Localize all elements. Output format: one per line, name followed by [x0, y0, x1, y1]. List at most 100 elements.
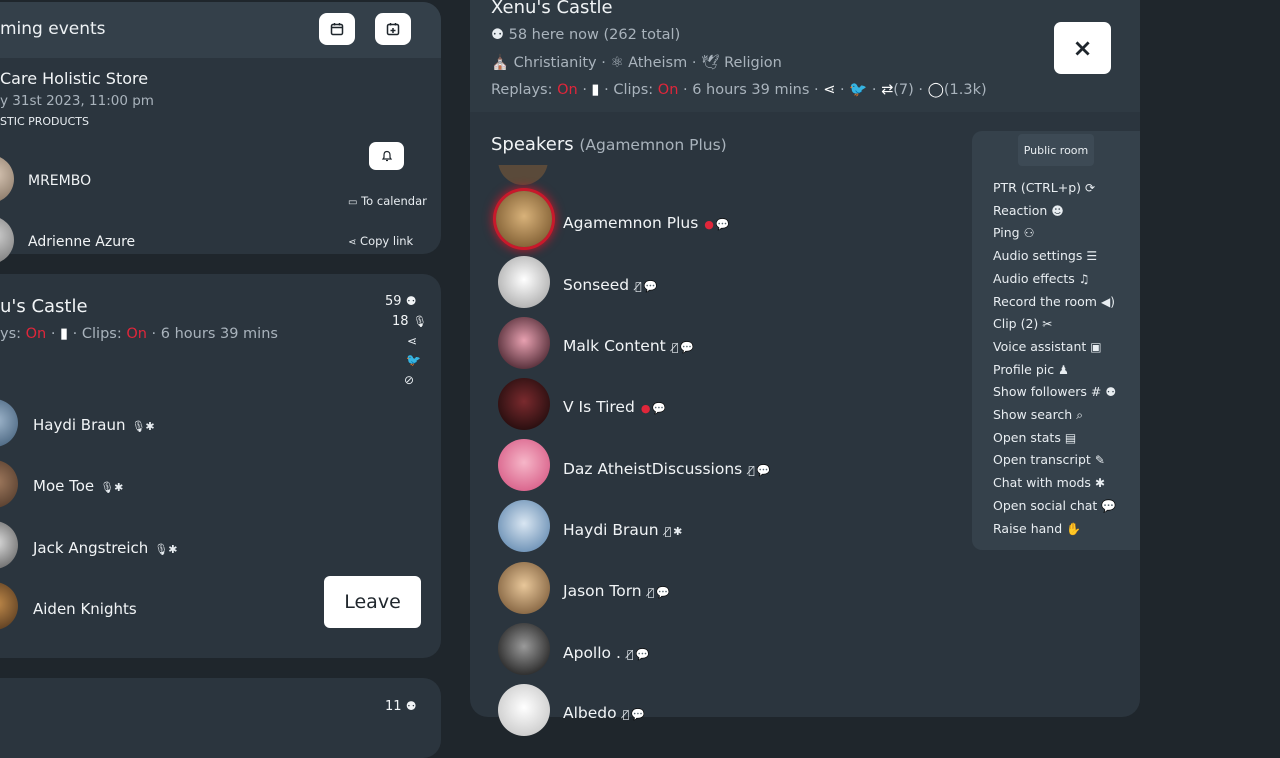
- here-now: ⚉ 58 here now (262 total): [491, 27, 681, 43]
- speaker-avatar[interactable]: [498, 165, 548, 185]
- menu-item[interactable]: Profile pic ♟: [993, 362, 1069, 377]
- speaker-name[interactable]: Albedo 🎙̸ 💬: [563, 704, 645, 722]
- speaker-name[interactable]: Malk Content 🎙̸ 💬: [563, 337, 694, 355]
- menu-item[interactable]: Voice assistant ▣: [993, 339, 1102, 354]
- menu-item[interactable]: Audio effects ♫: [993, 271, 1090, 286]
- users-icon: ⚉: [491, 27, 504, 43]
- bell-icon: [381, 150, 392, 162]
- share-icon: ⋖: [348, 237, 357, 248]
- bookmark-icon: ▮: [60, 326, 69, 342]
- menu-item[interactable]: Open stats ▤: [993, 430, 1076, 445]
- close-button[interactable]: ×: [1054, 22, 1111, 74]
- transcript-icon: ✎: [1094, 453, 1105, 468]
- speaker-name[interactable]: Jack Angstreich 🎙✱: [33, 539, 177, 557]
- menu-item[interactable]: Open social chat 💬: [993, 498, 1116, 513]
- menu-item[interactable]: Raise hand ✋: [993, 521, 1081, 536]
- speaker-list-clip: [480, 165, 960, 185]
- comment-icon: 💬: [635, 648, 650, 661]
- speaker-name[interactable]: Moe Toe 🎙✱: [33, 477, 123, 495]
- mic-muted-icon: 🎙̸: [664, 525, 672, 538]
- room-tag[interactable]: Atheism: [628, 55, 687, 71]
- room-meta: ys: On · ▮ · Clips: On · 6 hours 39 mins: [0, 326, 278, 342]
- leave-button[interactable]: Leave: [324, 576, 421, 628]
- hand-icon: ✋: [1066, 521, 1082, 536]
- menu-item[interactable]: Audio settings ☰: [993, 248, 1097, 263]
- mic-icon: 🎙✱: [154, 543, 178, 556]
- speaker-avatar[interactable]: [498, 256, 550, 308]
- mic-icon: ●: [704, 218, 714, 231]
- calendar-icon: ▭: [348, 197, 358, 208]
- speaker-avatar[interactable]: [498, 378, 550, 430]
- menu-item[interactable]: Chat with mods ✱: [993, 475, 1105, 490]
- next-room-card[interactable]: [0, 678, 441, 758]
- bookmark-icon[interactable]: ▮: [592, 82, 600, 98]
- speaker-avatar[interactable]: [498, 562, 550, 614]
- speaker-name[interactable]: Daz AtheistDiscussions 🎙̸ 💬: [563, 460, 771, 478]
- mic-muted-icon: 🎙̸: [748, 464, 755, 477]
- twitter-icon[interactable]: 🐦: [406, 353, 421, 367]
- event-subtitle: STIC PRODUCTS: [0, 115, 89, 128]
- asterisk-icon: ✱: [673, 525, 683, 538]
- menu-item[interactable]: Open transcript ✎: [993, 452, 1105, 467]
- retweet-icon[interactable]: ⇄: [881, 82, 893, 98]
- scissors-icon: ✂: [1042, 317, 1053, 332]
- menu-item[interactable]: PTR (CTRL+p) ⟳: [993, 180, 1095, 195]
- menu-item[interactable]: Show search ⌕: [993, 407, 1083, 423]
- comment-icon: 💬: [715, 218, 730, 231]
- host-name[interactable]: MREMBO: [28, 173, 91, 189]
- room-tag[interactable]: Christianity: [514, 55, 597, 71]
- event-title[interactable]: Care Holistic Store: [0, 69, 148, 88]
- reminder-button[interactable]: [369, 142, 404, 170]
- music-icon: ♫: [1078, 271, 1090, 286]
- speaker-avatar[interactable]: [498, 684, 550, 736]
- atom-icon: ⚛: [610, 55, 624, 71]
- speaker-name[interactable]: Haydi Braun 🎙✱: [33, 416, 155, 434]
- next-room-count: 11 ⚉: [385, 699, 417, 714]
- speaker-name[interactable]: Agamemnon Plus ● 💬: [563, 214, 730, 232]
- menu-item[interactable]: Show followers # ⚉: [993, 384, 1116, 399]
- speaker-name[interactable]: Aiden Knights: [33, 600, 137, 618]
- public-room-badge: Public room: [1018, 134, 1094, 166]
- mic-muted-icon: 🎙̸: [626, 648, 634, 661]
- room-title: Xenu's Castle: [491, 0, 613, 18]
- add-calendar-button[interactable]: [375, 13, 411, 45]
- comment-icon[interactable]: ◯: [928, 82, 944, 98]
- dove-icon: 🕊: [701, 55, 720, 71]
- share-icon[interactable]: ⋖: [823, 82, 835, 98]
- users-icon: ⚉: [405, 699, 417, 713]
- menu-item[interactable]: Record the room ◀): [993, 294, 1115, 309]
- close-icon: ×: [1072, 34, 1093, 62]
- calendar-icon: [330, 23, 344, 36]
- room-title[interactable]: u's Castle: [0, 296, 88, 317]
- speaker-avatar[interactable]: [498, 623, 550, 675]
- speaker-avatar[interactable]: [498, 317, 550, 369]
- menu-item[interactable]: Ping ⚇: [993, 225, 1034, 240]
- asterisk-icon: ✱: [1094, 476, 1106, 491]
- speaker-name[interactable]: Sonseed 🎙̸ 💬: [563, 276, 657, 294]
- speaker-name[interactable]: Jason Torn 🎙̸ 💬: [563, 582, 670, 600]
- sliders-icon: ☰: [1086, 249, 1098, 264]
- listeners-count: 59 ⚉: [385, 294, 417, 309]
- eye-slash-icon[interactable]: ⊘: [404, 373, 414, 387]
- speaker-avatar[interactable]: [498, 500, 550, 552]
- church-icon: ⛪: [491, 55, 510, 71]
- speaker-name[interactable]: V Is Tired ● 💬: [563, 398, 666, 416]
- robot-icon: ▣: [1090, 339, 1102, 354]
- speakers-heading: Speakers (Agamemnon Plus): [491, 134, 727, 155]
- users-icon: ⚉: [1105, 385, 1117, 400]
- speaker-name[interactable]: Apollo . 🎙̸ 💬: [563, 644, 649, 662]
- to-calendar-link[interactable]: ▭ To calendar: [348, 194, 427, 208]
- host-name[interactable]: Adrienne Azure: [28, 234, 135, 250]
- speaker-name[interactable]: Haydi Braun 🎙̸ ✱: [563, 521, 682, 539]
- calendar-button[interactable]: [319, 13, 355, 45]
- menu-item[interactable]: Reaction ☻: [993, 203, 1064, 218]
- speaker-avatar[interactable]: [496, 191, 552, 247]
- mic-icon: 🎙: [412, 315, 427, 328]
- copy-link[interactable]: ⋖ Copy link: [348, 234, 413, 248]
- twitter-icon[interactable]: 🐦: [849, 82, 867, 98]
- calendar-plus-icon: [386, 23, 400, 36]
- share-icon[interactable]: ⋖: [407, 334, 417, 348]
- menu-item[interactable]: Clip (2) ✂: [993, 316, 1052, 331]
- room-tag[interactable]: Religion: [724, 55, 782, 71]
- speaker-avatar[interactable]: [498, 439, 550, 491]
